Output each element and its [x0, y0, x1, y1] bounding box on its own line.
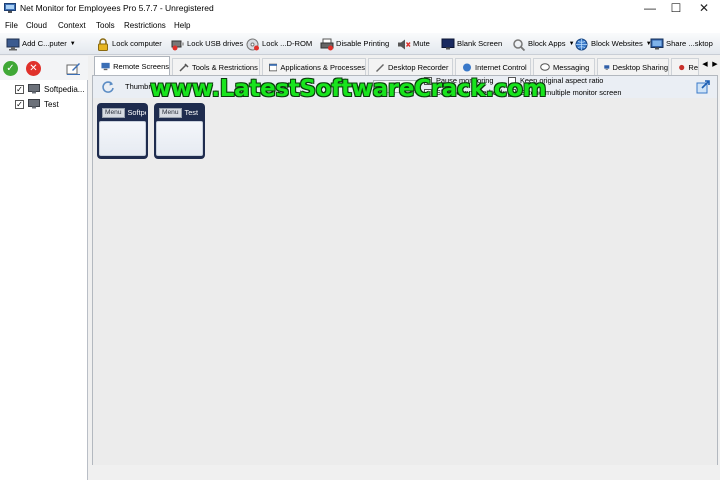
- menu-help[interactable]: Help: [174, 20, 190, 31]
- maximize-button[interactable]: ☐: [662, 0, 690, 17]
- message-icon: [540, 62, 550, 71]
- watermark-text: www.LatestSoftwareCrack.com: [150, 76, 547, 102]
- menu-file[interactable]: File: [5, 20, 18, 31]
- chevron-down-icon: ▼: [69, 41, 76, 47]
- expand-icon[interactable]: [696, 79, 711, 94]
- globe-icon: [575, 38, 588, 50]
- menu-context[interactable]: Context: [58, 20, 86, 31]
- sharing-icon: [604, 64, 610, 70]
- cdrom-lock-icon: [246, 38, 259, 50]
- screen-tile-header: Menu Softpe: [99, 105, 146, 120]
- menu-restrictions[interactable]: Restrictions: [124, 20, 166, 31]
- record-icon: [679, 64, 685, 70]
- computer-label: Test: [44, 99, 59, 109]
- apps-icon: [269, 63, 278, 71]
- remote-screens-icon: [101, 62, 110, 70]
- cancel-icon[interactable]: ✕: [26, 61, 41, 76]
- tab-messaging[interactable]: Messaging: [533, 58, 595, 75]
- app-window: Net Monitor for Employees Pro 5.7.7 - Un…: [0, 0, 720, 480]
- monitor-icon: [441, 38, 455, 49]
- computer-checkbox[interactable]: ✓: [15, 84, 24, 94]
- screen-tile[interactable]: Menu Test: [154, 103, 205, 159]
- screen-tile[interactable]: Menu Softpe: [97, 103, 148, 159]
- window-title: Net Monitor for Employees Pro 5.7.7 - Un…: [20, 3, 214, 13]
- screens-grid: Menu Softpe Menu Test: [93, 99, 717, 465]
- close-button[interactable]: ✕: [690, 0, 718, 17]
- lock-computer-button[interactable]: Lock computer: [96, 36, 162, 52]
- computer-list-panel: ✓ ✕ ✓ Softpedia... ✓ Test: [0, 56, 88, 480]
- screen-name: Test: [184, 108, 199, 117]
- computer-item-test[interactable]: ✓ Test: [15, 97, 59, 111]
- remote-screens-panel: Thumbna ▼ Pause monitoring Show connecte…: [92, 75, 718, 465]
- menu-tools[interactable]: Tools: [96, 20, 115, 31]
- tab-remote-screens[interactable]: Remote Screens: [94, 56, 170, 75]
- share-desktop-icon: [650, 38, 664, 49]
- tab-scroll-right-button[interactable]: ▶: [711, 60, 719, 70]
- tab-tools-restrictions[interactable]: Tools & Restrictions: [172, 58, 260, 75]
- tab-scroll-left-button[interactable]: ◀: [701, 60, 709, 70]
- tab-desktop-sharing[interactable]: Desktop Sharing: [597, 58, 669, 75]
- screen-name: Softpe: [127, 108, 147, 117]
- main-tabs: Remote Screens Tools & Restrictions Appl…: [92, 56, 720, 75]
- blank-screen-button[interactable]: Blank Screen: [441, 36, 502, 52]
- disable-printing-button[interactable]: Disable Printing: [320, 36, 389, 52]
- screen-tile-header: Menu Test: [156, 105, 203, 120]
- recorder-icon: [376, 63, 384, 72]
- tab-internet-control[interactable]: Internet Control: [455, 58, 531, 75]
- screen-menu-button[interactable]: Menu: [102, 107, 125, 118]
- main-toolbar: Add C...puter ▼ Lock computer Lock USB d…: [0, 33, 720, 55]
- add-computer-icon: [6, 38, 20, 50]
- lock-cdrom-button[interactable]: Lock ...D-ROM: [246, 36, 312, 52]
- tools-icon: [179, 62, 189, 72]
- computer-checkbox[interactable]: ✓: [15, 99, 24, 109]
- mute-icon: [398, 39, 411, 49]
- computer-item-softpedia[interactable]: ✓ Softpedia...: [15, 82, 84, 96]
- block-websites-button[interactable]: Block Websites ▼: [575, 36, 652, 52]
- usb-lock-icon: [171, 40, 184, 50]
- screen-thumbnail[interactable]: [156, 121, 203, 156]
- tab-applications-processes[interactable]: Applications & Processes: [262, 58, 366, 75]
- confirm-icon[interactable]: ✓: [3, 61, 18, 76]
- menu-bar: File Cloud Context Tools Restrictions He…: [0, 18, 720, 33]
- refresh-icon[interactable]: [101, 80, 115, 94]
- lock-usb-button[interactable]: Lock USB drives: [171, 36, 243, 52]
- screen-thumbnail[interactable]: [99, 121, 146, 156]
- chevron-down-icon: ▼: [568, 41, 575, 47]
- computer-list-toolbar: ✓ ✕: [0, 56, 88, 80]
- edit-icon[interactable]: [66, 61, 81, 75]
- mute-button[interactable]: Mute: [397, 36, 430, 52]
- menu-cloud[interactable]: Cloud: [26, 20, 47, 31]
- computer-label: Softpedia...: [44, 84, 85, 94]
- tab-re[interactable]: Re: [671, 58, 699, 75]
- screen-menu-button[interactable]: Menu: [159, 107, 182, 118]
- add-computer-button[interactable]: Add C...puter ▼: [6, 36, 76, 52]
- printer-icon: [320, 38, 334, 50]
- lock-icon: [98, 37, 108, 51]
- computer-icon: [28, 99, 40, 109]
- block-apps-button[interactable]: Block Apps ▼: [512, 36, 575, 52]
- tab-desktop-recorder[interactable]: Desktop Recorder: [368, 58, 453, 75]
- app-icon: [4, 3, 16, 13]
- share-desktop-button[interactable]: Share ...sktop: [650, 36, 713, 52]
- internet-icon: [463, 63, 471, 71]
- title-bar: Net Monitor for Employees Pro 5.7.7 - Un…: [0, 0, 720, 18]
- computer-icon: [28, 84, 40, 94]
- block-apps-icon: [513, 38, 526, 51]
- minimize-button[interactable]: —: [636, 0, 664, 17]
